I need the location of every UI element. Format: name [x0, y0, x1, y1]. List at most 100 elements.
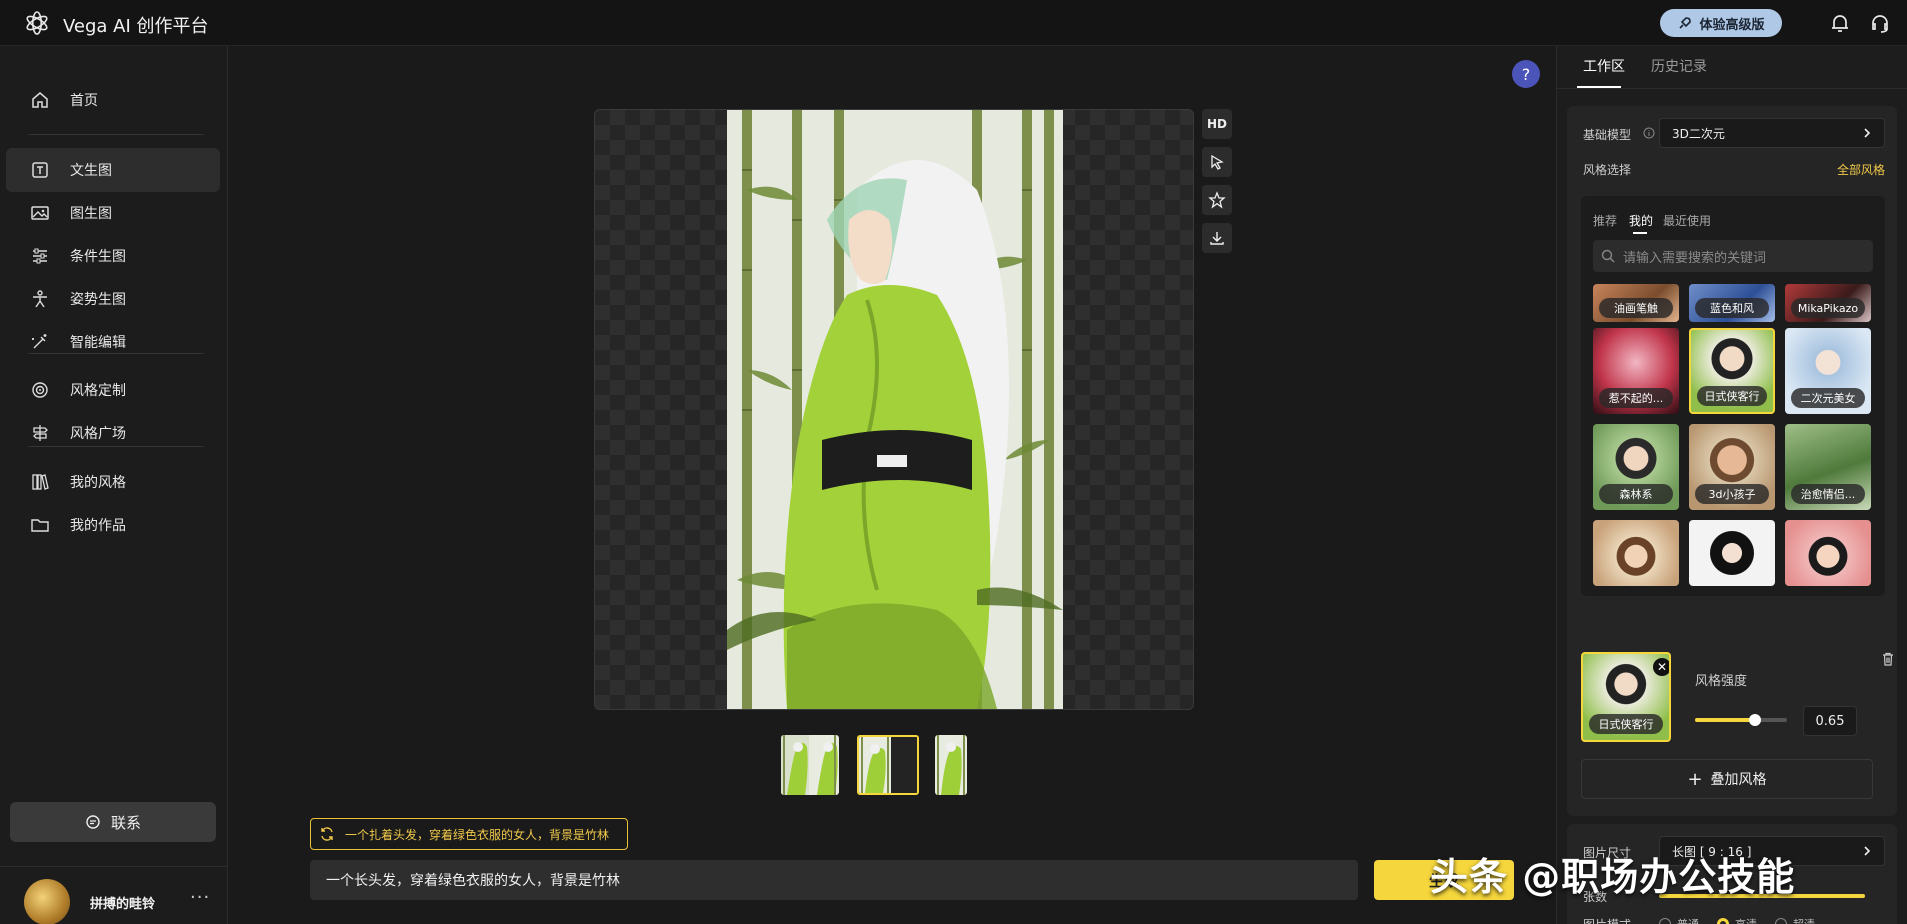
style-tile-label: 3d小孩子: [1695, 484, 1769, 504]
style-tile-label: 二次元美女: [1791, 388, 1865, 408]
style-tile[interactable]: 蓝色和风: [1689, 284, 1775, 322]
sidebar-item-my-works[interactable]: 我的作品: [6, 503, 220, 547]
headset-icon[interactable]: [1868, 11, 1892, 35]
base-model-label: 基础模型: [1583, 128, 1632, 142]
avatar[interactable]: [24, 879, 70, 924]
sidebar-item-text-to-image[interactable]: 文生图: [6, 148, 220, 192]
radio-label: 普通: [1677, 916, 1699, 924]
mode-normal-radio[interactable]: 普通: [1659, 916, 1699, 924]
style-tile[interactable]: [1689, 520, 1775, 586]
style-tile[interactable]: 治愈情侣...: [1785, 424, 1871, 510]
sidebar-item-pose[interactable]: 姿势生图: [6, 277, 220, 321]
sidebar-item-label: 文生图: [70, 163, 112, 179]
top-bar: Vega AI 创作平台 体验高级版: [0, 0, 1907, 46]
signpost-icon: [33, 425, 48, 441]
add-style-button[interactable]: + 叠加风格: [1581, 759, 1873, 799]
sidebar-item-home[interactable]: 首页: [6, 78, 220, 122]
upgrade-button[interactable]: 体验高级版: [1660, 9, 1782, 37]
more-icon[interactable]: ···: [190, 887, 210, 908]
subtab-mine[interactable]: 我的: [1629, 212, 1653, 229]
sidebar-item-label: 风格定制: [70, 383, 126, 399]
sidebar-item-style-custom[interactable]: 风格定制: [6, 368, 220, 412]
select-tool-button[interactable]: [1202, 147, 1232, 177]
right-panel: 工作区 历史记录 基础模型 3D二次元 风格选择 全部风格 推荐 我的 最近使用…: [1556, 46, 1907, 924]
prompt-input[interactable]: 一个长头发，穿着绿色衣服的女人，背景是竹林: [310, 860, 1358, 900]
style-tile[interactable]: [1593, 520, 1679, 586]
bell-icon[interactable]: [1828, 11, 1852, 35]
refresh-icon[interactable]: [319, 826, 335, 842]
style-tile-label: MikaPikazo: [1791, 298, 1865, 318]
radio-dot: [1717, 918, 1729, 924]
chat-icon: [86, 815, 100, 829]
sidebar-item-my-styles[interactable]: 我的风格: [6, 460, 220, 504]
radio-label: 超清: [1793, 916, 1815, 924]
nav-divider: [28, 134, 204, 135]
style-tile[interactable]: MikaPikazo: [1785, 284, 1871, 322]
base-model-select[interactable]: 3D二次元: [1659, 118, 1885, 148]
search-placeholder: 请输入需要搜索的关键词: [1623, 250, 1767, 266]
sidebar-item-label: 条件生图: [70, 249, 126, 265]
suggestion-text: 一个扎着头发，穿着绿色衣服的女人，背景是竹林: [345, 827, 610, 842]
style-tile[interactable]: 二次元美女: [1785, 328, 1871, 414]
sidebar-item-image-to-image[interactable]: 图生图: [6, 191, 220, 235]
style-tile[interactable]: 森林系: [1593, 424, 1679, 510]
thumbnail-image: [781, 735, 839, 795]
remove-style-icon[interactable]: ✕: [1653, 658, 1669, 676]
image-mode-label: 图片模式: [1583, 916, 1631, 924]
chevron-right-icon: [1864, 128, 1871, 138]
app-title: Vega AI 创作平台: [63, 16, 209, 37]
thumbnail-2[interactable]: [857, 735, 919, 795]
subtab-recent[interactable]: 最近使用: [1663, 212, 1711, 229]
search-icon: [1601, 249, 1615, 263]
slider-handle[interactable]: [1748, 714, 1761, 726]
books-icon: [32, 474, 49, 490]
style-tile-label: 惹不起的...: [1599, 388, 1673, 408]
mode-hd-radio[interactable]: 高清: [1717, 916, 1757, 924]
contact-label: 联系: [110, 813, 141, 832]
generated-image[interactable]: [727, 110, 1063, 709]
style-tile[interactable]: 油画笔触: [1593, 284, 1679, 322]
radio-label: 高清: [1735, 916, 1757, 924]
chevron-right-icon: [1864, 846, 1871, 856]
magic-edit-icon: [32, 334, 47, 349]
mode-uhd-radio[interactable]: 超清: [1775, 916, 1815, 924]
strength-slider[interactable]: [1695, 714, 1787, 726]
all-styles-link[interactable]: 全部风格: [1837, 161, 1885, 178]
thumbnail-3[interactable]: [935, 735, 967, 795]
prompt-suggestion[interactable]: 一个扎着头发，穿着绿色衣服的女人，背景是竹林: [310, 818, 628, 850]
download-button[interactable]: [1202, 223, 1232, 253]
radio-dot: [1659, 918, 1671, 924]
star-icon: [1208, 191, 1226, 209]
hd-button[interactable]: HD: [1202, 109, 1232, 139]
contact-button[interactable]: 联系: [10, 802, 216, 842]
user-profile[interactable]: 拼搏的畦铃 ···: [0, 866, 228, 924]
tab-underline: [1577, 86, 1621, 88]
sidebar-item-style-plaza[interactable]: 风格广场: [6, 411, 220, 455]
favorite-button[interactable]: [1202, 185, 1232, 215]
strength-label: 风格强度: [1695, 674, 1748, 689]
info-icon[interactable]: [1643, 127, 1655, 139]
style-tile[interactable]: [1785, 520, 1871, 586]
thumbnail-1[interactable]: [781, 735, 839, 795]
thumbnail-image: [859, 737, 917, 793]
style-tile[interactable]: 惹不起的...: [1593, 328, 1679, 414]
sidebar-item-conditional[interactable]: 条件生图: [6, 234, 220, 278]
vega-logo-icon[interactable]: [24, 10, 50, 36]
style-search-input[interactable]: 请输入需要搜索的关键词: [1593, 240, 1873, 272]
watermark: 头条 @职场办公技能: [1430, 855, 1796, 899]
applied-style-thumb[interactable]: 日式侠客行 ✕: [1581, 652, 1671, 742]
applied-style: 日式侠客行 ✕ 风格强度 0.65: [1581, 652, 1899, 752]
tab-workspace[interactable]: 工作区: [1583, 56, 1625, 76]
subtab-recommend[interactable]: 推荐: [1593, 212, 1617, 229]
sidebar-item-label: 风格广场: [70, 426, 126, 442]
sidebar-item-smart-edit[interactable]: 智能编辑: [6, 320, 220, 364]
help-button[interactable]: ?: [1512, 60, 1540, 88]
style-tile[interactable]: 日式侠客行: [1689, 328, 1775, 414]
sidebar-item-label: 首页: [70, 93, 98, 109]
style-tile[interactable]: 3d小孩子: [1689, 424, 1775, 510]
tab-history[interactable]: 历史记录: [1651, 56, 1707, 76]
sidebar-item-label: 我的作品: [70, 518, 126, 534]
strength-value-input[interactable]: 0.65: [1803, 706, 1857, 736]
style-tile-label: 日式侠客行: [1697, 386, 1767, 406]
trash-icon[interactable]: [1881, 652, 1895, 666]
